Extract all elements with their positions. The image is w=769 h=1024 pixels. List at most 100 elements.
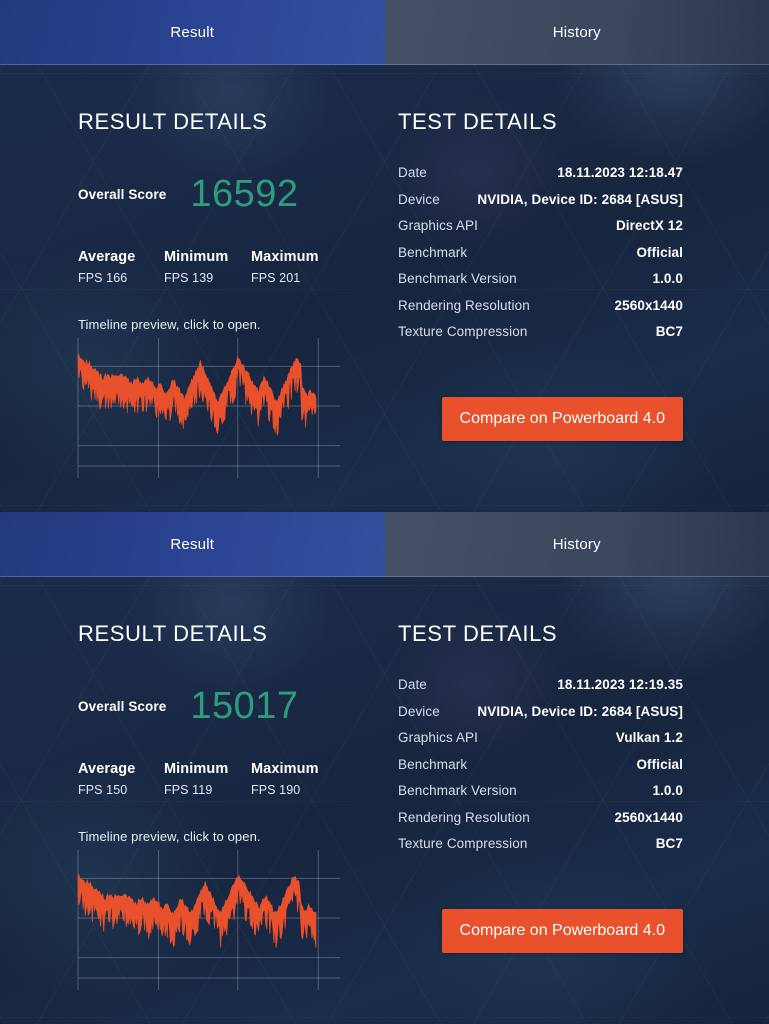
test-details-column: TEST DETAILS Date 18.11.2023 12:19.35 De… (398, 577, 683, 953)
detail-row-rendering-resolution: Rendering Resolution 2560x1440 (398, 298, 683, 325)
compare-button-wrap: Compare on Powerboard 4.0 (398, 396, 683, 441)
detail-key: Device (398, 191, 440, 207)
timeline-preview-chart[interactable] (77, 850, 340, 990)
detail-key: Texture Compression (398, 836, 528, 851)
detail-key: Texture Compression (398, 324, 528, 339)
detail-value: 18.11.2023 12:18.47 (557, 165, 683, 180)
detail-key: Date (398, 677, 427, 692)
panel-columns: RESULT DETAILS Overall Score 16592 Avera… (0, 65, 769, 512)
compare-button-wrap: Compare on Powerboard 4.0 (398, 908, 683, 953)
overall-score-value: 15017 (190, 685, 299, 727)
result-panel-2: Result History RESULT DETAILS Overall Sc… (0, 512, 769, 1024)
detail-row-graphics-api: Graphics API DirectX 12 (398, 218, 683, 245)
detail-value: 1.0.0 (652, 783, 683, 798)
result-details-column: RESULT DETAILS Overall Score 15017 Avera… (77, 577, 378, 990)
compare-on-powerboard-button[interactable]: Compare on Powerboard 4.0 (441, 908, 683, 953)
detail-value: NVIDIA, Device ID: 2684 [ASUS] (477, 191, 683, 207)
detail-row-benchmark: Benchmark Official (398, 757, 683, 784)
tab-history[interactable]: History (384, 512, 769, 577)
detail-value: 18.11.2023 12:19.35 (557, 677, 683, 692)
detail-row-date: Date 18.11.2023 12:18.47 (398, 165, 683, 192)
fps-stat-minimum: Minimum FPS 119 (164, 761, 251, 797)
tab-history[interactable]: History (384, 0, 769, 65)
detail-value: NVIDIA, Device ID: 2684 [ASUS] (477, 703, 683, 719)
detail-key: Graphics API (398, 218, 478, 233)
fps-maximum-value: FPS 190 (251, 783, 301, 797)
detail-key: Date (398, 165, 427, 180)
overall-score-row: Overall Score 15017 (78, 687, 378, 725)
test-details-title: TEST DETAILS (398, 109, 558, 134)
timeline-preview-chart[interactable] (77, 338, 340, 478)
fps-stat-average: Average FPS 150 (78, 761, 164, 797)
detail-key: Device (398, 703, 440, 719)
fps-stat-maximum: Maximum FPS 190 (251, 761, 319, 797)
detail-value: 2560x1440 (614, 809, 683, 825)
fps-stat-maximum: Maximum FPS 201 (251, 249, 319, 285)
fps-maximum-label: Maximum (251, 761, 319, 777)
overall-score-label: Overall Score (78, 186, 167, 202)
result-details-title: RESULT DETAILS (78, 109, 268, 134)
fps-average-value: FPS 150 (78, 783, 128, 797)
fps-minimum-value: FPS 139 (164, 271, 214, 285)
detail-key: Benchmark (398, 756, 468, 772)
detail-row-benchmark: Benchmark Official (398, 245, 683, 272)
detail-row-date: Date 18.11.2023 12:19.35 (398, 677, 683, 704)
detail-key: Rendering Resolution (398, 809, 530, 825)
detail-key: Benchmark (398, 244, 468, 260)
fps-average-value: FPS 166 (78, 271, 128, 285)
detail-key: Graphics API (398, 730, 478, 745)
detail-row-texture-compression: Texture Compression BC7 (398, 324, 683, 351)
detail-value: Official (636, 756, 683, 772)
fps-minimum-label: Minimum (164, 761, 229, 777)
timeline-caption: Timeline preview, click to open. (78, 317, 261, 332)
detail-row-rendering-resolution: Rendering Resolution 2560x1440 (398, 810, 683, 837)
fps-average-label: Average (78, 761, 136, 777)
tab-bar: Result History (0, 0, 769, 65)
fps-minimum-label: Minimum (164, 249, 229, 265)
detail-key: Benchmark Version (398, 783, 517, 798)
detail-value: BC7 (655, 836, 683, 851)
detail-value: BC7 (655, 324, 683, 339)
result-details-title: RESULT DETAILS (78, 621, 268, 646)
fps-stat-average: Average FPS 166 (78, 249, 164, 285)
compare-on-powerboard-button[interactable]: Compare on Powerboard 4.0 (441, 396, 683, 441)
fps-average-label: Average (78, 249, 136, 265)
fps-maximum-label: Maximum (251, 249, 319, 265)
tab-history-label: History (552, 24, 601, 41)
detail-row-texture-compression: Texture Compression BC7 (398, 836, 683, 863)
test-details-table: Date 18.11.2023 12:18.47 Device NVIDIA, … (398, 165, 683, 351)
overall-score-row: Overall Score 16592 (78, 175, 378, 213)
detail-row-device: Device NVIDIA, Device ID: 2684 [ASUS] (398, 704, 683, 731)
panel-columns: RESULT DETAILS Overall Score 15017 Avera… (0, 577, 769, 1024)
fps-stat-minimum: Minimum FPS 139 (164, 249, 251, 285)
detail-value: 1.0.0 (652, 271, 683, 286)
detail-key: Benchmark Version (398, 271, 517, 286)
test-details-column: TEST DETAILS Date 18.11.2023 12:18.47 De… (398, 65, 683, 441)
detail-value: Vulkan 1.2 (615, 730, 683, 745)
tab-result-label: Result (170, 24, 215, 41)
overall-score-value: 16592 (190, 173, 299, 215)
detail-row-benchmark-version: Benchmark Version 1.0.0 (398, 271, 683, 298)
tab-result-label: Result (170, 536, 215, 553)
test-details-table: Date 18.11.2023 12:19.35 Device NVIDIA, … (398, 677, 683, 863)
fps-maximum-value: FPS 201 (251, 271, 301, 285)
result-panel-1: Result History RESULT DETAILS Overall Sc… (0, 0, 769, 512)
tab-result[interactable]: Result (0, 0, 385, 65)
detail-row-device: Device NVIDIA, Device ID: 2684 [ASUS] (398, 192, 683, 219)
test-details-title: TEST DETAILS (398, 621, 558, 646)
detail-row-benchmark-version: Benchmark Version 1.0.0 (398, 783, 683, 810)
detail-value: 2560x1440 (614, 297, 683, 313)
result-details-column: RESULT DETAILS Overall Score 16592 Avera… (77, 65, 378, 478)
fps-stats-row: Average FPS 166 Minimum FPS 139 Maximum … (78, 249, 378, 285)
detail-row-graphics-api: Graphics API Vulkan 1.2 (398, 730, 683, 757)
detail-key: Rendering Resolution (398, 297, 530, 313)
detail-value: Official (636, 244, 683, 260)
tab-history-label: History (552, 536, 601, 553)
tab-result[interactable]: Result (0, 512, 385, 577)
fps-stats-row: Average FPS 150 Minimum FPS 119 Maximum … (78, 761, 378, 797)
tab-bar: Result History (0, 512, 769, 577)
detail-value: DirectX 12 (615, 218, 683, 233)
timeline-caption: Timeline preview, click to open. (78, 829, 261, 844)
overall-score-label: Overall Score (78, 698, 167, 714)
fps-minimum-value: FPS 119 (164, 783, 213, 797)
